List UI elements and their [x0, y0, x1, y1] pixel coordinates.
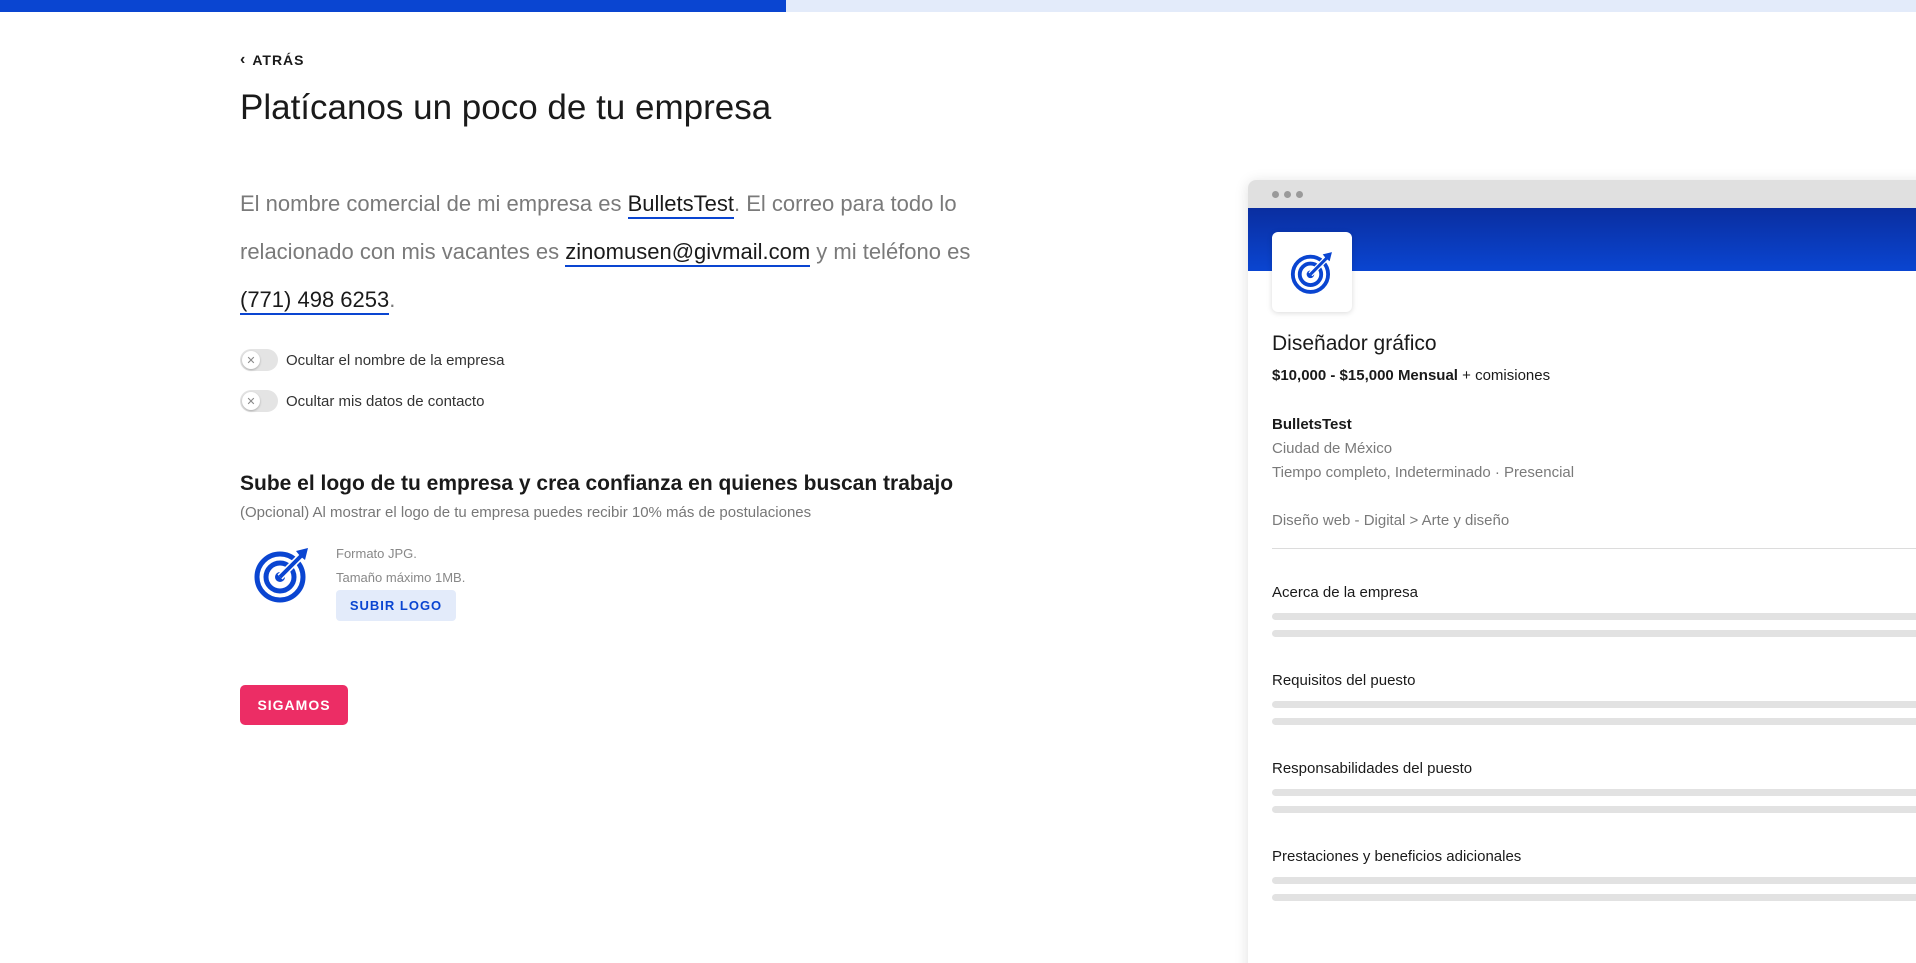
placeholder-line: [1272, 718, 1916, 725]
placeholder-line: [1272, 877, 1916, 884]
phone-field[interactable]: (771) 498 6253: [240, 287, 390, 315]
preview-salary-extra: + comisiones: [1457, 367, 1551, 384]
upload-logo-button[interactable]: SUBIR LOGO: [336, 590, 456, 621]
back-label: ATRÁS: [252, 52, 305, 68]
preview-section-heading: Prestaciones y beneficios adicionales: [1272, 848, 1522, 865]
logo-format-text: Formato JPG.: [336, 546, 417, 561]
logo-requirements: Formato JPG. Tamaño máximo 1MB.: [336, 542, 465, 590]
progress-bar-fill: [0, 0, 786, 12]
placeholder-line: [1272, 894, 1916, 901]
page-title: Platícanos un poco de tu empresa: [240, 88, 772, 127]
hide-company-name-row: ✕ Ocultar el nombre de la empresa: [240, 349, 504, 371]
preview-section-heading: Responsabilidades del puesto: [1272, 760, 1473, 777]
company-info-sentence: El nombre comercial de mi empresa es Bul…: [240, 180, 1010, 324]
sentence-part-4: .: [389, 287, 396, 312]
hide-contact-toggle[interactable]: ✕: [240, 390, 278, 412]
hide-contact-label: Ocultar mis datos de contacto: [286, 392, 485, 410]
placeholder-line: [1272, 613, 1916, 620]
window-dot-icon: [1272, 190, 1279, 198]
company-name-field[interactable]: BulletsTest: [627, 191, 734, 219]
hide-company-name-toggle[interactable]: ✕: [240, 349, 278, 371]
preview-salary-range: $10,000 - $15,000 Mensual: [1272, 367, 1458, 384]
placeholder-line: [1272, 806, 1916, 813]
preview-job-type: Tiempo completo, Indeterminado · Presenc…: [1272, 464, 1575, 481]
target-arrow-icon: [1290, 252, 1332, 294]
target-arrow-icon: [252, 544, 312, 604]
preview-salary: $10,000 - $15,000 Mensual + comisiones: [1272, 367, 1550, 384]
preview-section-responsibilities: Responsabilidades del puesto: [1272, 760, 1916, 813]
continue-button[interactable]: SIGAMOS: [240, 685, 348, 725]
preview-company-logo: [1272, 232, 1352, 312]
window-dot-icon: [1284, 190, 1291, 198]
preview-category: Diseño web - Digital > Arte y diseño: [1272, 512, 1510, 529]
preview-section-about: Acerca de la empresa: [1272, 584, 1916, 637]
sentence-part-1: El nombre comercial de mi empresa es: [240, 191, 628, 216]
preview-job-title: Diseñador gráfico: [1272, 332, 1437, 355]
progress-bar: [0, 0, 1916, 12]
email-field[interactable]: zinomusen@givmail.com: [565, 239, 811, 267]
close-icon: ✕: [242, 351, 260, 369]
preview-section-benefits: Prestaciones y beneficios adicionales: [1272, 848, 1916, 901]
preview-company-name: BulletsTest: [1272, 416, 1352, 433]
preview-city: Ciudad de México: [1272, 440, 1393, 457]
hide-company-name-label: Ocultar el nombre de la empresa: [286, 351, 505, 369]
preview-section-heading: Acerca de la empresa: [1272, 584, 1418, 601]
preview-section-requirements: Requisitos del puesto: [1272, 672, 1916, 725]
preview-section-heading: Requisitos del puesto: [1272, 672, 1416, 689]
back-button[interactable]: ‹ ATRÁS: [240, 51, 305, 69]
divider: [1272, 548, 1916, 549]
placeholder-line: [1272, 789, 1916, 796]
placeholder-line: [1272, 630, 1916, 637]
logo-size-text: Tamaño máximo 1MB.: [336, 570, 466, 585]
close-icon: ✕: [242, 392, 260, 410]
chevron-left-icon: ‹: [240, 51, 247, 68]
placeholder-line: [1272, 701, 1916, 708]
sentence-part-3: y mi teléfono es: [810, 239, 971, 264]
logo-section-subtitle: (Opcional) Al mostrar el logo de tu empr…: [240, 504, 812, 521]
window-dot-icon: [1296, 190, 1303, 198]
job-preview-card: Diseñador gráfico $10,000 - $15,000 Mens…: [1248, 180, 1916, 963]
logo-section-title: Sube el logo de tu empresa y crea confia…: [240, 472, 954, 495]
browser-chrome: [1248, 180, 1916, 208]
hide-contact-row: ✕ Ocultar mis datos de contacto: [240, 390, 484, 412]
